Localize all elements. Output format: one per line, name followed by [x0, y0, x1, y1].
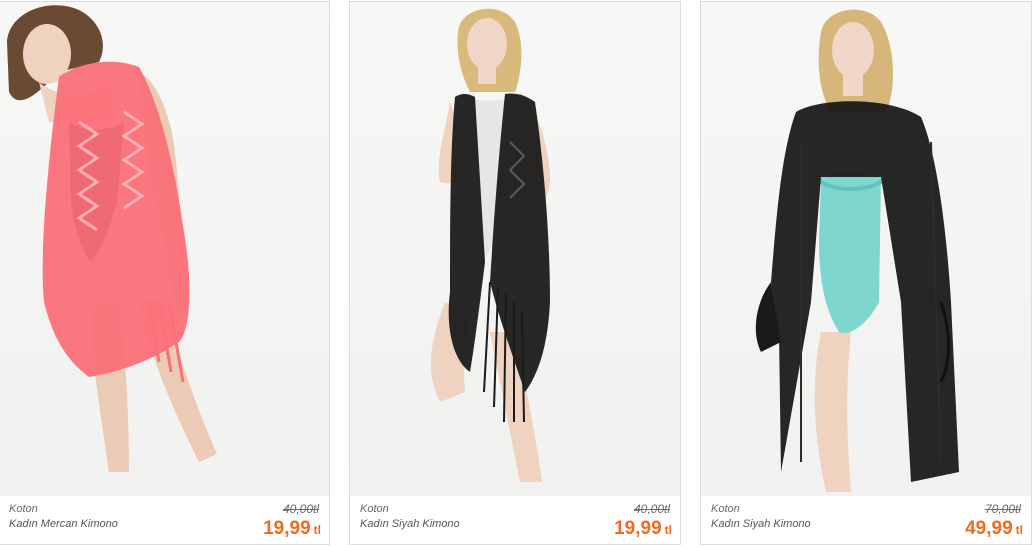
product-card[interactable]: Koton Kadın Mercan Kimono 40,00tl 19,99 t… — [0, 1, 330, 545]
price-currency: tl — [313, 523, 321, 537]
product-info: Koton Kadın Siyah Kimono 40,00tl 19,99 tl — [350, 496, 680, 544]
current-price: 19,99 tl — [263, 517, 321, 542]
old-price: 40,00tl — [633, 502, 670, 516]
product-brand: Koton — [360, 503, 389, 515]
product-image[interactable] — [350, 2, 680, 496]
product-brand: Koton — [711, 503, 740, 515]
product-image[interactable] — [0, 2, 329, 496]
current-price: 49,99 tl — [965, 517, 1023, 542]
price-value: 19,99 — [614, 518, 662, 539]
product-grid: Koton Kadın Mercan Kimono 40,00tl 19,99 t… — [0, 0, 1034, 547]
product-card[interactable]: Koton Kadın Siyah Kimono 40,00tl 19,99 tl — [349, 1, 681, 545]
product-image[interactable] — [701, 2, 1031, 496]
price-value: 49,99 — [965, 518, 1013, 539]
old-price: 40,00tl — [282, 502, 319, 516]
price-currency: tl — [1015, 523, 1023, 537]
old-price: 70,00tl — [984, 502, 1021, 516]
product-info: Koton Kadın Siyah Kimono 70,00tl 49,99 tl — [701, 496, 1031, 544]
product-card[interactable]: Koton Kadın Siyah Kimono 70,00tl 49,99 tl — [700, 1, 1032, 545]
price-value: 19,99 — [263, 518, 311, 539]
current-price: 19,99 tl — [614, 517, 672, 542]
product-brand: Koton — [9, 503, 38, 515]
product-info: Koton Kadın Mercan Kimono 40,00tl 19,99 t… — [0, 496, 329, 544]
price-currency: tl — [664, 523, 672, 537]
